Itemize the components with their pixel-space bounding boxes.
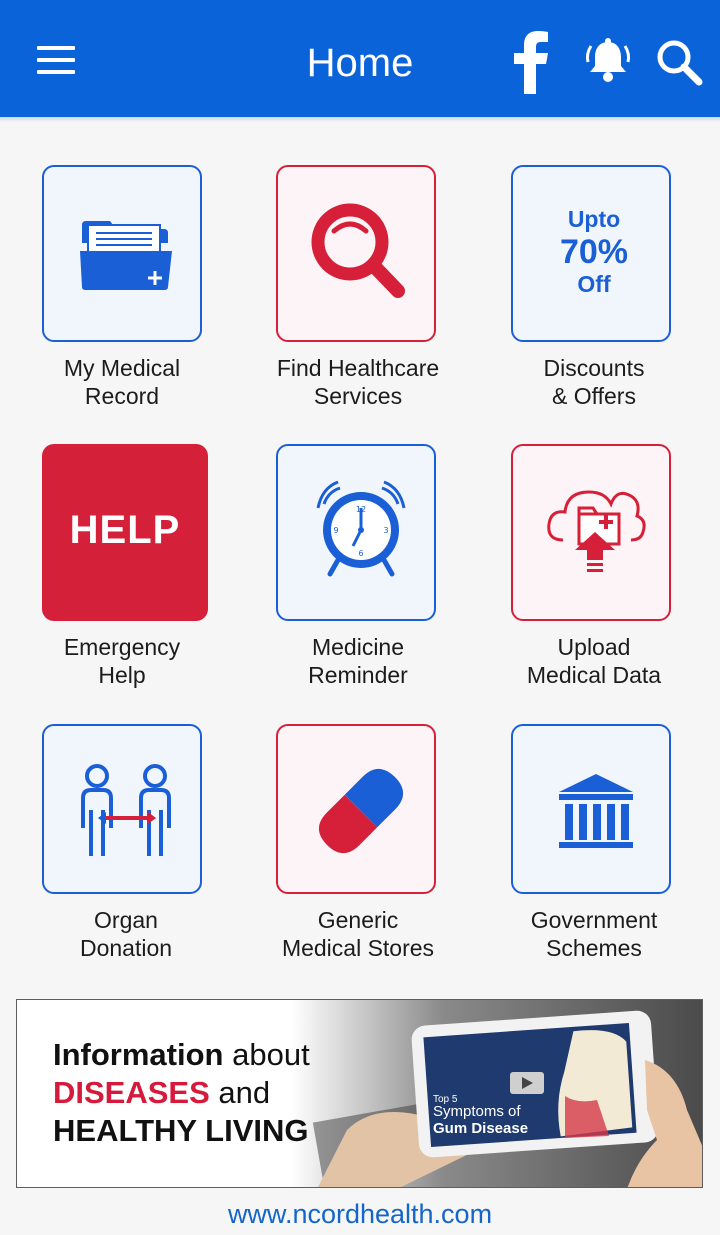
tile-find-healthcare-services[interactable] xyxy=(276,165,436,342)
video-title-line2: Gum Disease xyxy=(433,1120,528,1137)
tile-emergency-help[interactable]: HELP xyxy=(42,444,208,621)
tile-label: Discounts & Offers xyxy=(543,355,645,409)
tile-generic-medical-stores[interactable] xyxy=(276,724,436,894)
app-bar-shadow xyxy=(0,117,720,122)
tile-government-schemes[interactable] xyxy=(511,724,671,894)
tile-label: Upload Medical Data xyxy=(526,634,662,688)
website-link[interactable]: www.ncordhealth.com xyxy=(0,1196,720,1232)
tile-label: Find Healthcare Services xyxy=(276,355,440,409)
svg-text:3: 3 xyxy=(383,526,388,535)
search-icon[interactable] xyxy=(655,38,703,86)
tile-label: Generic Medical Stores xyxy=(281,907,435,961)
svg-text:12: 12 xyxy=(356,505,366,514)
svg-text:9: 9 xyxy=(333,526,338,535)
bell-icon[interactable] xyxy=(584,36,632,84)
app-bar: Home xyxy=(0,0,720,117)
facebook-icon[interactable] xyxy=(510,28,552,94)
pill-capsule-icon xyxy=(318,768,404,854)
video-title-line1: Symptoms of xyxy=(433,1103,521,1120)
help-icon: HELP xyxy=(69,508,181,552)
tile-my-medical-record[interactable] xyxy=(42,165,202,342)
banner-headline: Information about DISEASES and HEALTHY L… xyxy=(53,1037,310,1148)
tile-label: Medicine Reminder xyxy=(308,634,408,688)
tile-organ-donation[interactable] xyxy=(42,724,202,894)
discount-badge-icon: Upto 70% Off xyxy=(559,206,629,297)
tile-discounts-offers[interactable]: Upto 70% Off xyxy=(511,165,671,342)
organ-donation-icon xyxy=(81,764,171,856)
medical-folder-icon xyxy=(80,221,172,290)
health-info-banner[interactable]: Top 5 Symptoms of Gum Disease Informatio… xyxy=(16,999,703,1188)
svg-text:6: 6 xyxy=(358,549,363,558)
alarm-clock-icon: 12 3 6 9 xyxy=(316,480,406,577)
tile-label: My Medical Record xyxy=(63,355,181,409)
magnifier-icon xyxy=(311,203,405,298)
cloud-upload-icon xyxy=(547,490,646,572)
tile-label: Emergency Help xyxy=(63,634,181,688)
tile-label: Organ Donation xyxy=(79,907,173,961)
tile-medicine-reminder[interactable]: 12 3 6 9 xyxy=(276,444,436,621)
government-building-icon xyxy=(559,774,633,848)
tile-label: Government Schemes xyxy=(530,907,658,961)
tile-upload-medical-data[interactable] xyxy=(511,444,671,621)
